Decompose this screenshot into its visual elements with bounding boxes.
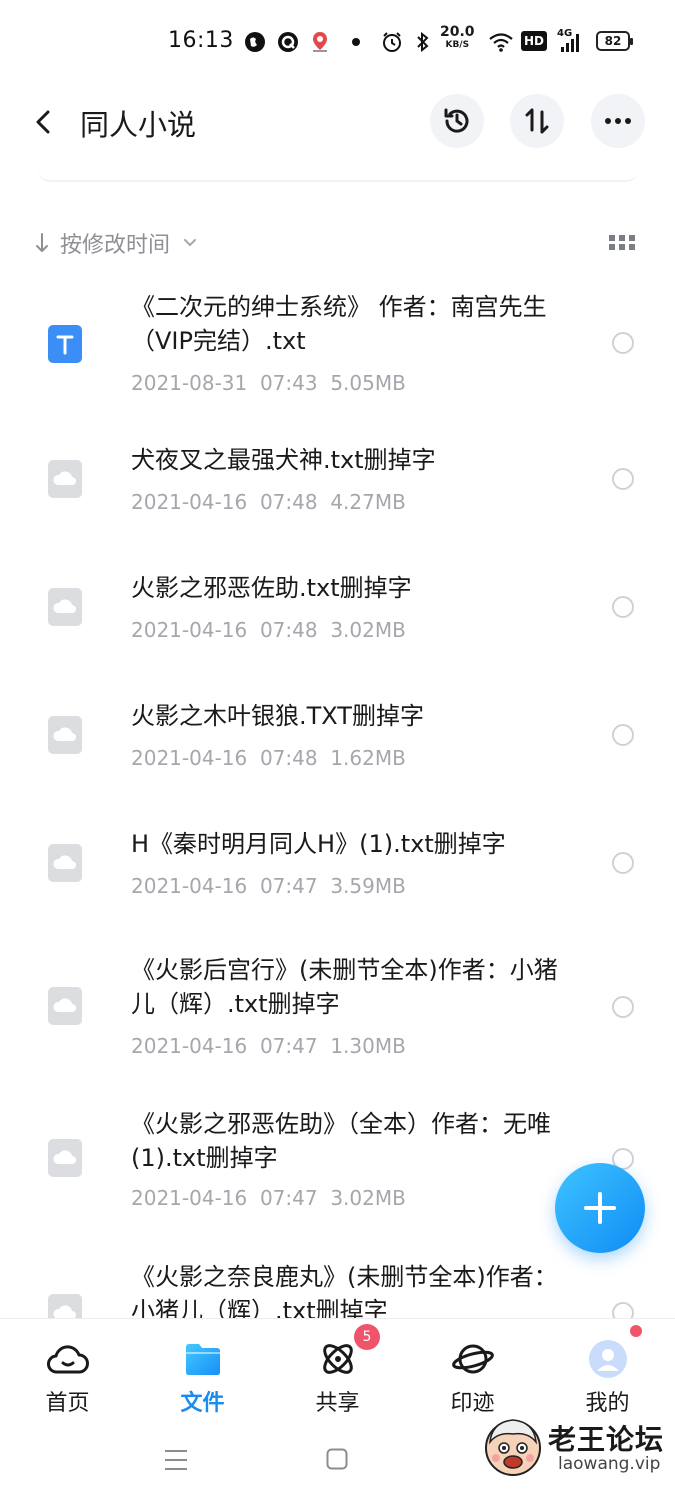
select-radio[interactable]	[612, 852, 634, 874]
select-radio[interactable]	[612, 468, 634, 490]
planet-icon	[451, 1344, 494, 1374]
net-speed: 20.0 KB/S	[440, 24, 475, 50]
nav-label: 文件	[180, 1391, 225, 1416]
file-item[interactable]: 《火影之奈良鹿丸》(未删节全本)作者：小猪儿（辉）.txt删掉字	[0, 1244, 675, 1318]
bluetooth-icon	[412, 30, 434, 54]
cloud-file-icon	[48, 1139, 82, 1177]
nav-label: 首页	[45, 1391, 90, 1416]
avatar-icon	[588, 1340, 627, 1378]
cloud-file-icon	[48, 1294, 82, 1318]
file-meta: 2021-04-16 07:47 1.30MB	[131, 1034, 406, 1058]
watermark-title: 老王论坛	[548, 1423, 665, 1456]
add-button[interactable]	[555, 1163, 645, 1253]
select-radio[interactable]	[612, 996, 634, 1018]
nav-share[interactable]: 共享	[270, 1319, 405, 1431]
file-meta: 2021-04-16 07:48 3.02MB	[131, 618, 406, 642]
q-app-icon	[277, 30, 299, 54]
txt-file-icon	[48, 325, 82, 363]
dot-icon	[351, 30, 361, 54]
status-bar: 16:13 20.0 KB/S HD 4G 82	[0, 0, 675, 84]
select-radio[interactable]	[612, 1302, 634, 1318]
file-meta: 2021-08-31 07:43 5.05MB	[131, 371, 406, 395]
home-square-icon[interactable]	[326, 1448, 348, 1470]
watermark-url: laowang.vip	[558, 1454, 661, 1474]
select-radio[interactable]	[612, 332, 634, 354]
more-icon	[605, 118, 631, 124]
file-item[interactable]: 犬夜叉之最强犬神.txt删掉字 2021-04-16 07:48 4.27MB	[0, 422, 675, 532]
history-button[interactable]	[430, 94, 484, 148]
page-title: 同人小说	[80, 108, 197, 142]
wifi-icon	[488, 30, 514, 54]
file-item[interactable]: H《秦时明月同人H》(1).txt删掉字 2021-04-16 07:47 3.…	[0, 806, 675, 916]
alarm-icon	[381, 30, 403, 54]
sort-control[interactable]: 按修改时间	[34, 226, 198, 260]
cloud-home-icon	[46, 1345, 89, 1374]
file-item[interactable]: 火影之邪恶佐助.txt删掉字 2021-04-16 07:48 3.02MB	[0, 550, 675, 660]
file-item[interactable]: 火影之木叶银狼.TXT删掉字 2021-04-16 07:48 1.62MB	[0, 678, 675, 788]
file-name: 火影之木叶银狼.TXT删掉字	[131, 702, 424, 730]
status-time: 16:13	[168, 28, 234, 53]
hd-icon: HD	[521, 31, 547, 51]
file-name: 《火影之奈良鹿丸》(未删节全本)作者：小猪儿（辉）.txt删掉字	[131, 1263, 558, 1318]
atom-share-icon	[322, 1344, 353, 1374]
file-meta: 2021-04-16 07:48 4.27MB	[131, 490, 406, 514]
file-meta: 2021-04-16 07:48 1.62MB	[131, 746, 406, 770]
battery-indicator: 82	[596, 31, 633, 51]
cloud-file-icon	[48, 460, 82, 498]
file-item[interactable]: 《二次元的绅士系统》 作者：南宫先生（VIP完结）.txt 2021-08-31…	[0, 272, 675, 400]
search-bar-edge	[38, 168, 638, 182]
sort-label: 按修改时间	[60, 233, 171, 258]
file-name: 犬夜叉之最强犬神.txt删掉字	[131, 446, 436, 474]
chevron-down-icon	[184, 239, 197, 247]
file-meta: 2021-04-16 07:47 3.59MB	[131, 874, 406, 898]
select-radio[interactable]	[612, 596, 634, 618]
cloud-file-icon	[48, 844, 82, 882]
file-meta: 2021-04-16 07:47 3.02MB	[131, 1186, 406, 1210]
signal-icon: 4G	[557, 28, 585, 54]
file-name: 火影之邪恶佐助.txt删掉字	[131, 574, 412, 602]
globe-icon	[244, 30, 266, 54]
file-name: 《火影之邪恶佐助》（全本）作者：无唯(1).txt删掉字	[131, 1110, 551, 1172]
grid-icon	[609, 235, 635, 250]
location-pin-icon	[310, 30, 330, 54]
back-button[interactable]	[30, 104, 60, 140]
old-man-logo-icon	[485, 1419, 541, 1476]
more-button[interactable]	[591, 94, 645, 148]
sort-arrow-icon	[36, 233, 48, 252]
nav-label: 共享	[315, 1391, 360, 1416]
me-notification-dot	[630, 1325, 642, 1337]
plus-icon	[584, 1192, 616, 1224]
select-radio[interactable]	[612, 724, 634, 746]
nav-home[interactable]: 首页	[0, 1319, 135, 1431]
file-name: 《二次元的绅士系统》 作者：南宫先生（VIP完结）.txt	[131, 293, 547, 355]
folder-icon	[185, 1344, 220, 1375]
file-item[interactable]: 《火影后宫行》(未删节全本)作者：小猪儿（辉）.txt删掉字 2021-04-1…	[0, 934, 675, 1074]
file-name: 《火影后宫行》(未删节全本)作者：小猪儿（辉）.txt删掉字	[131, 956, 558, 1018]
cloud-file-icon	[48, 716, 82, 754]
sort-button[interactable]	[510, 94, 564, 148]
file-list: 《二次元的绅士系统》 作者：南宫先生（VIP完结）.txt 2021-08-31…	[0, 272, 675, 1318]
cloud-file-icon	[48, 987, 82, 1025]
sort-icon	[525, 108, 549, 134]
history-icon	[444, 108, 469, 133]
watermark: 老王论坛 laowang.vip	[482, 1412, 672, 1482]
file-name: H《秦时明月同人H》(1).txt删掉字	[131, 830, 506, 858]
cloud-file-icon	[48, 588, 82, 626]
app-header: 同人小说	[0, 84, 675, 164]
grid-view-button[interactable]	[609, 233, 635, 253]
menu-icon[interactable]	[164, 1449, 188, 1471]
share-badge: 5	[354, 1324, 380, 1350]
nav-files[interactable]: 文件	[135, 1319, 270, 1431]
back-icon	[36, 110, 50, 134]
